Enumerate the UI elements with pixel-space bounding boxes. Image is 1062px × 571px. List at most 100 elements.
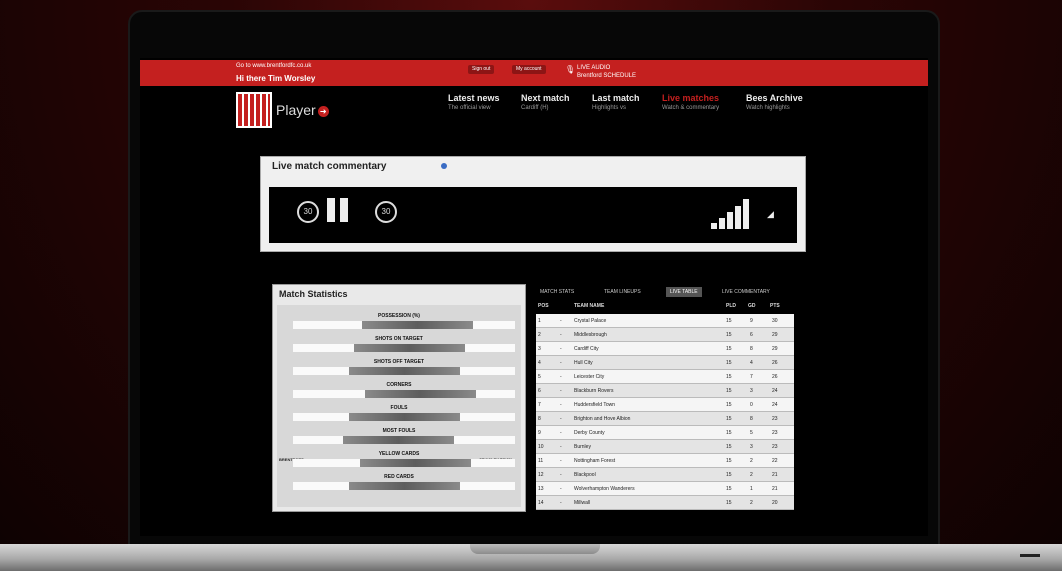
- club-crest-logo[interactable]: [236, 92, 272, 128]
- speaker-icon[interactable]: ◢: [767, 209, 774, 220]
- table-row[interactable]: 4 - Hull City 15 4 26: [536, 356, 794, 370]
- commentary-title: Live match commentary: [272, 161, 387, 172]
- table-row[interactable]: 13 - Wolverhampton Wanderers 15 1 21: [536, 482, 794, 496]
- row-pts: 24: [772, 402, 778, 408]
- nav-last-match[interactable]: Last match Highlights vs: [592, 93, 640, 111]
- nav-live-matches[interactable]: Live matches Watch & commentary: [662, 93, 719, 111]
- row-pld: 15: [726, 332, 732, 338]
- row-movement: -: [560, 374, 562, 380]
- microphone-icon: 🎙: [565, 65, 576, 74]
- stat-label: FOULS: [390, 405, 408, 411]
- tab-match-stats[interactable]: MATCH STATS: [536, 287, 578, 297]
- nav-subtitle: Highlights vs: [592, 105, 627, 111]
- row-gd: 2: [750, 472, 753, 478]
- row-gd: 1: [750, 486, 753, 492]
- col-team: TEAM NAME: [574, 303, 605, 309]
- play-arrow-icon: ➜: [317, 105, 329, 117]
- stat-bar: [293, 344, 515, 352]
- tab-live-commentary[interactable]: LIVE COMMENTARY: [718, 287, 774, 297]
- row-pts: 29: [772, 346, 778, 352]
- row-gd: 5: [750, 430, 753, 436]
- row-pld: 15: [726, 500, 732, 506]
- row-movement: -: [560, 444, 562, 450]
- stat-fill: [362, 321, 473, 329]
- table-row[interactable]: 10 - Burnley 15 3 23: [536, 440, 794, 454]
- info-icon[interactable]: [441, 163, 447, 169]
- row-gd: 6: [750, 332, 753, 338]
- row-pos: 1: [538, 318, 541, 324]
- table-row[interactable]: 6 - Blackburn Rovers 15 3 24: [536, 384, 794, 398]
- club-site-link[interactable]: Go to www.brentfordfc.co.uk: [236, 63, 311, 69]
- row-gd: 2: [750, 458, 753, 464]
- row-gd: 0: [750, 402, 753, 408]
- row-team: Derby County: [574, 430, 605, 436]
- table-row[interactable]: 11- Nottingham Forest 15 2 22: [536, 454, 794, 468]
- table-row[interactable]: 8 - Brighton and Hove Albion 15 8 23: [536, 412, 794, 426]
- table-row[interactable]: 5 - Leicester City 15 7 26: [536, 370, 794, 384]
- my-account-button[interactable]: My account: [512, 65, 546, 74]
- table-row[interactable]: 9 - Derby County 15 5 23: [536, 426, 794, 440]
- row-movement: -: [560, 360, 562, 366]
- table-row[interactable]: 2 - Middlesbrough 15 6 29: [536, 328, 794, 342]
- row-movement: -: [560, 346, 562, 352]
- stat-label: POSSESSION (%): [378, 313, 420, 319]
- row-pts: 23: [772, 430, 778, 436]
- live-audio-label[interactable]: LIVE AUDIO: [577, 65, 610, 71]
- laptop-screen: Go to www.brentfordfc.co.uk Hi there Tim…: [140, 58, 928, 536]
- col-gd: GD: [748, 303, 756, 309]
- rewind-30-button[interactable]: 30: [297, 201, 319, 223]
- row-team: Crystal Palace: [574, 318, 607, 324]
- stat-fill: [343, 436, 454, 444]
- row-pld: 15: [726, 416, 732, 422]
- table-header: POS TEAM NAME PLD GD PTS: [536, 302, 794, 312]
- row-team: Middlesbrough: [574, 332, 607, 338]
- tab-live-table[interactable]: LIVE TABLE: [666, 287, 702, 297]
- table-row[interactable]: 7 - Huddersfield Town 15 0 24: [536, 398, 794, 412]
- row-gd: 9: [750, 318, 753, 324]
- nav-title: Last match: [592, 93, 640, 103]
- pause-button[interactable]: [327, 198, 349, 222]
- stat-bar: [293, 390, 515, 398]
- tab-team-lineups[interactable]: TEAM LINEUPS: [600, 287, 645, 297]
- row-pos: 11: [538, 458, 544, 464]
- nav-subtitle: Watch highlights: [746, 105, 790, 111]
- nav-title: Latest news: [448, 93, 500, 103]
- forward-30-button[interactable]: 30: [375, 201, 397, 223]
- nav-bees-archive[interactable]: Bees Archive Watch highlights: [746, 93, 803, 111]
- row-team: Huddersfield Town: [574, 402, 616, 408]
- table-row[interactable]: 3 - Cardiff City 15 8 29: [536, 342, 794, 356]
- row-movement: -: [560, 388, 562, 394]
- table-row[interactable]: 12 - Blackpool 15 2 21: [536, 468, 794, 482]
- nav-subtitle: Watch & commentary: [662, 105, 720, 111]
- forward-seconds: 30: [381, 207, 391, 216]
- stat-fill: [349, 413, 460, 421]
- row-pos: 4: [538, 360, 541, 366]
- schedule-label[interactable]: Brentford SCHEDULE: [577, 73, 636, 79]
- row-gd: 2: [750, 500, 753, 506]
- stat-label: RED CARDS: [384, 474, 414, 480]
- table-row[interactable]: 14 - Millwall 15 2 20: [536, 496, 794, 510]
- nav-latest-news[interactable]: Latest news The official view: [448, 93, 500, 111]
- row-pos: 9: [538, 430, 541, 436]
- user-greeting: Hi there Tim Worsley: [236, 74, 316, 83]
- sign-out-button[interactable]: Sign out: [468, 65, 495, 74]
- stats-title: Match Statistics: [279, 289, 348, 299]
- top-bar: Go to www.brentfordfc.co.uk Hi there Tim…: [140, 60, 928, 86]
- player-brand[interactable]: Player ➜: [276, 102, 329, 118]
- row-gd: 8: [750, 346, 753, 352]
- row-team: Blackburn Rovers: [574, 388, 614, 394]
- row-pos: 7: [538, 402, 541, 408]
- pause-bar-left: [327, 198, 335, 222]
- volume-control[interactable]: [711, 199, 757, 229]
- stat-fill: [365, 390, 476, 398]
- row-pld: 15: [726, 402, 732, 408]
- table-row[interactable]: 1 - Crystal Palace 15 9 30: [536, 314, 794, 328]
- row-pld: 15: [726, 346, 732, 352]
- row-pts: 23: [772, 444, 778, 450]
- row-movement: -: [560, 500, 562, 506]
- row-movement: -: [560, 416, 562, 422]
- stat-label: CORNERS: [386, 382, 412, 388]
- stat-label: SHOTS ON TARGET: [375, 336, 423, 342]
- row-team: Blackpool: [574, 472, 596, 478]
- nav-next-match[interactable]: Next match Cardiff (H): [521, 93, 570, 111]
